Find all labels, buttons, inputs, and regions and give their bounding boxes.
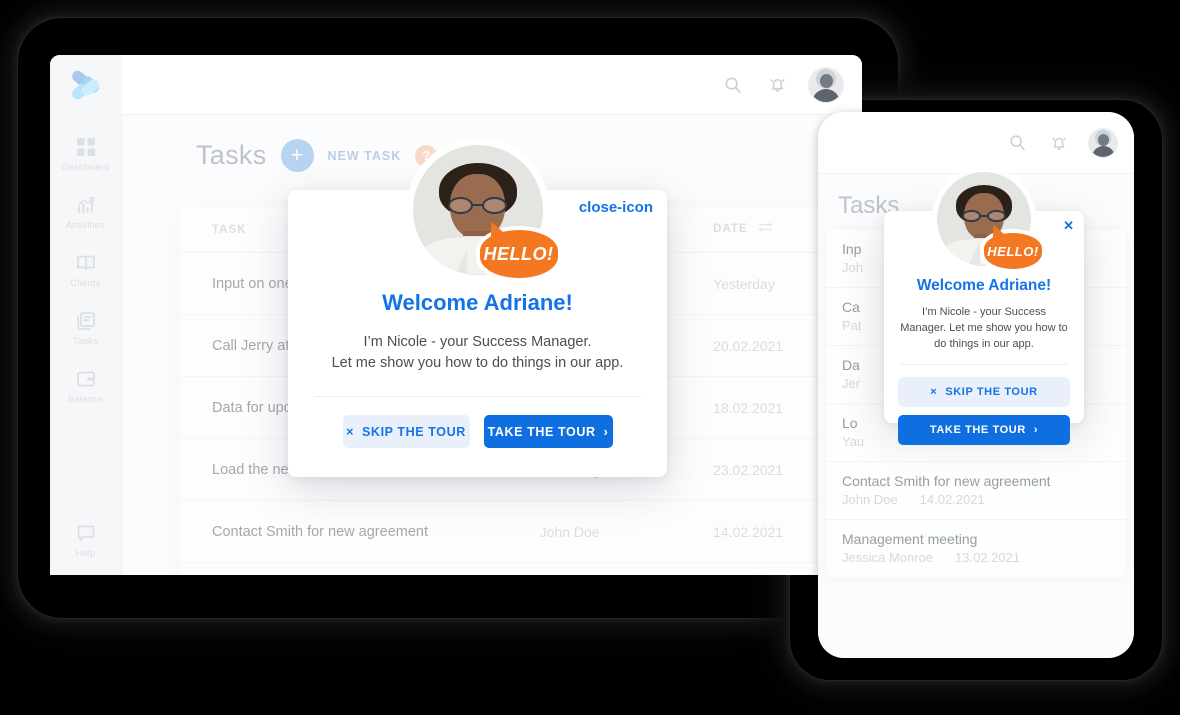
- success-manager-photo: HELLO!: [932, 167, 1042, 271]
- sidebar-item-activities[interactable]: Activities: [50, 195, 122, 231]
- search-icon[interactable]: [720, 72, 746, 98]
- sidebar-item-label: Balance: [67, 394, 104, 405]
- task-assignee: Pat: [842, 318, 862, 333]
- welcome-tour-modal: close-icon HELLO! Welcome Adriane! I’m N…: [288, 138, 667, 477]
- divider: [900, 364, 1068, 365]
- tour-body-line-1: I’m Nicole - your Success Manager.: [363, 334, 592, 350]
- tour-title: Welcome Adriane!: [382, 290, 573, 315]
- chevron-logo-icon: [69, 68, 103, 102]
- skip-tour-label: SKIP THE TOUR: [945, 386, 1038, 398]
- task-date: 14.02.2021: [919, 492, 985, 507]
- take-tour-button[interactable]: TAKE THE TOUR ›: [898, 415, 1070, 445]
- new-task-button[interactable]: NEW TASK: [328, 149, 402, 163]
- tour-body-line-2: Let me show you how to do things in our …: [331, 355, 624, 371]
- glasses-icon: [447, 197, 508, 214]
- task-title: Contact Smith for new agreement: [212, 523, 428, 540]
- task-date: 13.02.2021: [955, 550, 1021, 565]
- hello-speech-bubble: HELLO!: [984, 233, 1042, 269]
- sidebar-item-label: Clients: [70, 278, 101, 289]
- skip-tour-button[interactable]: × SKIP THE TOUR: [342, 415, 470, 448]
- task-title: Contact Smith for new agreement: [842, 473, 1051, 489]
- welcome-tour-modal-mobile: ✕ HELLO! Welcome Adriane! I’m Nicole - y…: [884, 167, 1084, 445]
- task-assignee: Jer: [842, 376, 861, 391]
- sidebar-item-label: Activities: [65, 220, 106, 231]
- take-tour-label: TAKE THE TOUR: [929, 424, 1026, 436]
- tour-body: I’m Nicole - your Success Manager. Let m…: [288, 332, 667, 374]
- page-title: Tasks: [196, 140, 267, 170]
- table-row[interactable]: Management meeting Jessica Monroe 13.02.…: [180, 563, 862, 575]
- chevron-right-icon: ›: [1033, 424, 1039, 436]
- user-avatar[interactable]: [1088, 127, 1118, 158]
- sidebar-item-tasks[interactable]: Tasks: [50, 311, 122, 347]
- skip-tour-button[interactable]: × SKIP THE TOUR: [898, 377, 1070, 407]
- skip-tour-label: SKIP THE TOUR: [362, 424, 466, 439]
- list-item[interactable]: Contact Smith for new agreement John Doe…: [826, 462, 1126, 520]
- tour-body: I’m Nicole - your Success Manager. Let m…: [900, 306, 1068, 350]
- sidebar-item-help[interactable]: Help: [50, 523, 122, 559]
- close-icon: ×: [930, 386, 938, 398]
- desktop-top-bar: [50, 55, 862, 115]
- plus-icon[interactable]: +: [280, 139, 314, 172]
- sidebar-item-label: Dashboard: [61, 162, 110, 173]
- task-assignee: Yau: [842, 434, 865, 449]
- table-row[interactable]: Contact Smith for new agreement John Doe…: [180, 501, 862, 563]
- tour-title: Welcome Adriane!: [916, 277, 1052, 294]
- mobile-top-bar: [818, 112, 1134, 174]
- hello-speech-bubble: HELLO!: [479, 230, 558, 278]
- app-logo[interactable]: [50, 55, 122, 115]
- tour-actions: × SKIP THE TOUR TAKE THE TOUR ›: [288, 415, 667, 448]
- task-title: Management meeting: [842, 531, 978, 547]
- task-assignee: Jessica Monroe: [842, 550, 934, 565]
- screenshot-stage: Dashboard Activities Clients Tasks Balan…: [0, 0, 1180, 715]
- column-header-date-label: DATE: [713, 222, 748, 235]
- notification-bell-icon[interactable]: [764, 72, 790, 98]
- notification-bell-icon[interactable]: [1046, 130, 1072, 156]
- sidebar-item-label: Help: [75, 548, 96, 559]
- sidebar-item-label: Tasks: [72, 336, 99, 347]
- search-icon[interactable]: [1004, 130, 1030, 156]
- sidebar-item-balance[interactable]: Balance: [50, 369, 122, 405]
- task-assignee: Joh: [842, 260, 863, 275]
- task-assignee: John Doe: [539, 523, 600, 540]
- take-tour-label: TAKE THE TOUR: [487, 424, 596, 439]
- tour-actions: × SKIP THE TOUR TAKE THE TOUR ›: [884, 377, 1084, 445]
- take-tour-button[interactable]: TAKE THE TOUR ›: [483, 415, 613, 448]
- close-icon[interactable]: close-icon: [579, 200, 653, 215]
- close-icon: ×: [346, 424, 354, 439]
- sidebar-item-dashboard[interactable]: Dashboard: [50, 137, 122, 173]
- task-assignee: John Doe: [842, 492, 898, 507]
- divider: [314, 396, 641, 397]
- user-avatar[interactable]: [808, 66, 844, 103]
- sidebar-nav: Dashboard Activities Clients Tasks Balan…: [50, 115, 122, 575]
- chevron-right-icon: ›: [603, 424, 609, 439]
- glasses-icon: [962, 209, 1006, 222]
- sort-swap-icon: [758, 222, 772, 237]
- sidebar-item-clients[interactable]: Clients: [50, 253, 122, 289]
- list-item[interactable]: Management meeting Jessica Monroe 13.02.…: [826, 520, 1126, 577]
- success-manager-photo: HELLO!: [405, 138, 558, 282]
- close-icon[interactable]: ✕: [1063, 219, 1074, 232]
